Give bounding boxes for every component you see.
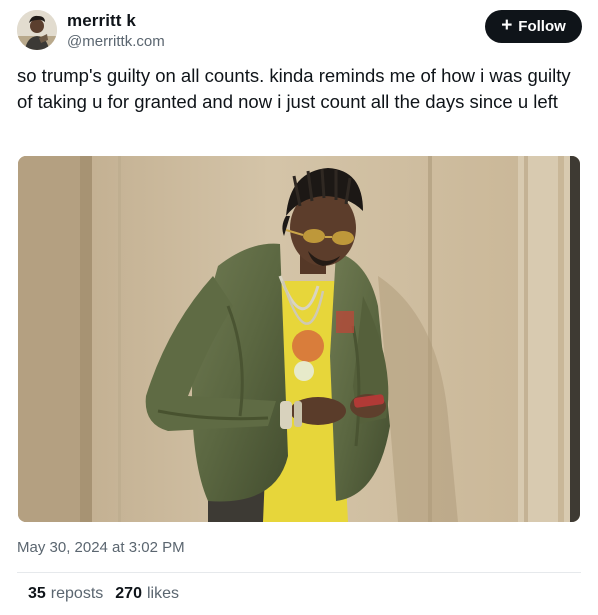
- post-text: so trump's guilty on all counts. kinda r…: [17, 65, 576, 112]
- plus-icon: +: [501, 15, 513, 36]
- avatar-image: [17, 10, 57, 50]
- likes-label: likes: [146, 585, 179, 602]
- post-timestamp[interactable]: May 30, 2024 at 3:02 PM: [17, 539, 185, 556]
- post-stats: 35 reposts 270 likes: [28, 585, 191, 603]
- post-card: merritt k @merrittk.com + Follow so trum…: [0, 0, 598, 615]
- divider: [17, 572, 581, 573]
- post-photo: [18, 156, 580, 522]
- author-handle[interactable]: @merrittk.com: [67, 33, 165, 50]
- reposts-stat[interactable]: 35 reposts: [28, 585, 103, 603]
- post-image[interactable]: [18, 156, 580, 522]
- author-avatar[interactable]: [17, 10, 57, 50]
- likes-count: 270: [115, 585, 142, 602]
- likes-stat[interactable]: 270 likes: [115, 585, 179, 603]
- reposts-count: 35: [28, 585, 46, 602]
- follow-button[interactable]: + Follow: [485, 10, 582, 43]
- reposts-label: reposts: [50, 585, 104, 602]
- follow-button-label: Follow: [518, 18, 566, 35]
- author-display-name[interactable]: merritt k: [67, 11, 136, 31]
